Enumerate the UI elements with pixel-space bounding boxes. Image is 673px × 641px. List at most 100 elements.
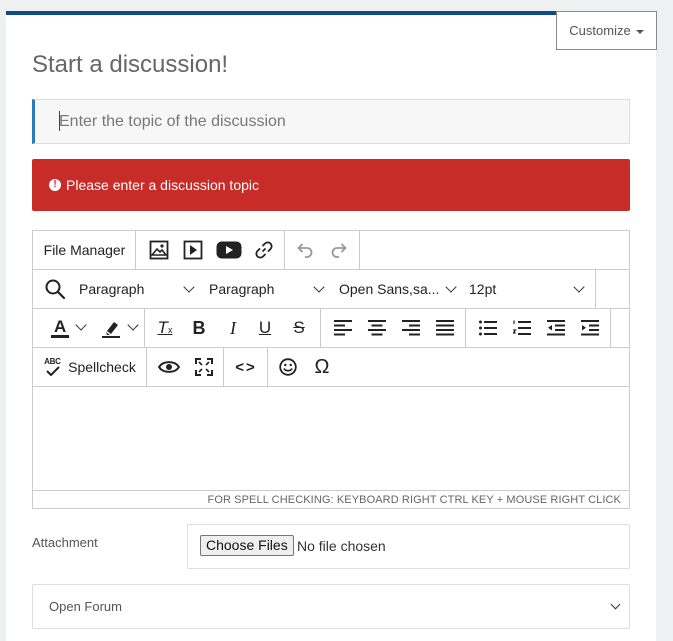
toolbar-row-2: Paragraph Paragraph Open Sans,sa... 12pt [33, 270, 629, 309]
page-title: Start a discussion! [32, 51, 229, 78]
eye-icon [158, 361, 180, 373]
customize-button[interactable]: Customize [556, 11, 657, 50]
spellcheck-icon: ABC [44, 357, 62, 377]
chevron-down-icon [75, 319, 87, 331]
forum-select[interactable]: Open Forum [32, 584, 630, 629]
view-group [147, 348, 224, 386]
indent-icon [581, 320, 599, 336]
justify-icon [436, 320, 454, 336]
file-manager-group: File Manager [33, 231, 136, 269]
underline-icon: U [258, 318, 272, 337]
rich-text-editor: File Manager Paragraph Paragraph Open Sa… [32, 230, 630, 509]
caret-down-icon [635, 29, 644, 34]
chevron-down-icon [183, 281, 195, 293]
format-group: Paragraph Paragraph Open Sans,sa... 12pt [33, 270, 596, 308]
align-center-button[interactable] [363, 309, 391, 347]
highlighter-icon [102, 322, 120, 338]
align-group [321, 309, 466, 347]
strikethrough-button[interactable]: S [285, 309, 313, 347]
indent-button[interactable] [576, 309, 604, 347]
text-cursor [59, 111, 60, 131]
insert-youtube-button[interactable] [213, 231, 245, 269]
video-icon [183, 240, 203, 260]
font-size-select[interactable]: 12pt [469, 270, 593, 308]
align-right-button[interactable] [397, 309, 425, 347]
bullet-list-button[interactable] [474, 309, 502, 347]
paragraph-select[interactable]: Paragraph [209, 270, 333, 308]
fullscreen-icon [195, 358, 213, 376]
insert-image-button[interactable] [146, 231, 172, 269]
bold-icon: B [192, 317, 206, 338]
error-alert: ! Please enter a discussion topic [32, 159, 630, 211]
history-group [285, 231, 360, 269]
spellcheck-label: Spellcheck [68, 359, 136, 375]
attachment-label: Attachment [32, 535, 98, 550]
clear-formatting-button[interactable]: Tx [151, 309, 179, 347]
align-right-icon [402, 320, 420, 336]
topic-input[interactable] [32, 99, 630, 144]
block-format-value: Paragraph [79, 281, 145, 297]
chevron-down-icon [313, 281, 325, 293]
image-icon [149, 240, 169, 260]
youtube-icon [216, 241, 242, 259]
italic-button[interactable]: I [219, 309, 247, 347]
special-char-button[interactable]: Ω [308, 348, 336, 386]
undo-icon [297, 243, 313, 258]
code-icon: <> [235, 358, 257, 376]
file-manager-button[interactable]: File Manager [33, 231, 136, 269]
chevron-down-icon [573, 281, 585, 293]
insert-group: Ω [268, 348, 344, 386]
insert-media-button[interactable] [180, 231, 206, 269]
outdent-button[interactable] [542, 309, 570, 347]
toolbar-row-1: File Manager [33, 231, 629, 270]
block-format-select[interactable]: Paragraph [79, 270, 203, 308]
strikethrough-icon: S [293, 318, 305, 337]
list-group [466, 309, 611, 347]
redo-icon [331, 243, 347, 258]
highlight-color-button[interactable] [91, 309, 139, 347]
underline-button[interactable]: U [251, 309, 279, 347]
text-color-icon: A [51, 317, 69, 339]
undo-button[interactable] [291, 231, 319, 269]
font-family-select[interactable]: Open Sans,sa... [339, 270, 463, 308]
toolbar-row-3: A Tx B I U S [33, 309, 629, 348]
choose-files-button[interactable]: Choose Files [200, 535, 294, 556]
style-group: Tx B I U S [145, 309, 321, 347]
media-group [136, 231, 285, 269]
link-icon [255, 241, 273, 259]
alert-message: Please enter a discussion topic [66, 177, 259, 193]
align-center-icon [368, 320, 386, 336]
numbered-list-icon [513, 320, 531, 335]
font-size-value: 12pt [469, 281, 497, 297]
emoticons-button[interactable] [274, 348, 302, 386]
smiley-icon [279, 358, 297, 376]
toolbar-row-4: ABC Spellcheck <> Ω [33, 348, 629, 387]
editor-status-bar: FOR SPELL CHECKING: KEYBOARD RIGHT CTRL … [33, 490, 629, 508]
insert-link-button[interactable] [251, 231, 277, 269]
align-left-icon [334, 320, 352, 336]
chevron-down-icon [610, 599, 621, 610]
forum-selected-value: Open Forum [49, 599, 122, 614]
attachment-field: Choose Files No file chosen [187, 524, 630, 569]
outdent-icon [547, 320, 565, 336]
bold-button[interactable]: B [185, 309, 213, 347]
spellcheck-button[interactable]: ABC Spellcheck [37, 348, 143, 386]
clear-format-icon: Tx [157, 318, 173, 337]
paragraph-value: Paragraph [209, 281, 275, 297]
bullet-list-icon [479, 320, 497, 336]
align-left-button[interactable] [329, 309, 357, 347]
justify-button[interactable] [431, 309, 459, 347]
numbered-list-button[interactable] [508, 309, 536, 347]
text-color-button[interactable]: A [41, 309, 87, 347]
file-manager-label: File Manager [43, 242, 126, 258]
editor-content-area[interactable] [33, 387, 629, 490]
chevron-down-icon [127, 319, 139, 331]
fullscreen-button[interactable] [189, 348, 219, 386]
text-color-letter: A [54, 317, 67, 336]
chevron-down-icon [445, 281, 457, 293]
search-button[interactable] [41, 270, 69, 308]
source-code-button[interactable]: <> [230, 348, 262, 386]
customize-label: Customize [569, 23, 631, 38]
preview-button[interactable] [154, 348, 184, 386]
redo-button[interactable] [325, 231, 353, 269]
